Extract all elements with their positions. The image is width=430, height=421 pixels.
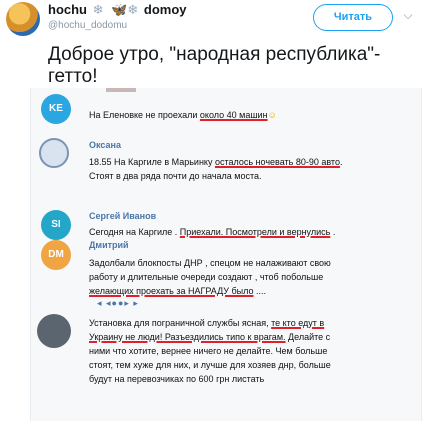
comment-text-end: . xyxy=(339,157,343,167)
user-handle[interactable]: @hochu_dodomu xyxy=(48,20,127,31)
comment-text-end: .... xyxy=(253,286,266,296)
comment-text-line2: работу и длительные очереди создают , чт… xyxy=(89,272,324,282)
avatar-image xyxy=(37,314,71,348)
name-second: domoy xyxy=(143,2,187,17)
embedded-comments-image: KE На Еленовке не проехали около 40 маши… xyxy=(30,88,422,421)
comment-text: На Еленовке не проехали около 40 машин☺ xyxy=(89,108,277,122)
comment-text-line3: ними что хотите, вернее ничего не делайт… xyxy=(89,346,328,356)
comment-text-end: . xyxy=(330,227,336,237)
smile-icon: ☺ xyxy=(267,110,277,120)
comment-text: 18.55 На Каргиле в Марьинку осталось ноч… xyxy=(89,155,342,169)
avatar: KE xyxy=(41,94,71,124)
comment-text-line1: Задолбали блокпосты ДНР , спецом не нала… xyxy=(89,258,331,268)
avatar: SI xyxy=(41,210,71,240)
comment-highlight: Украину не люди! Разъездились типо к вра… xyxy=(89,332,286,342)
comment-highlight: осталось ночевать 80-90 авто xyxy=(214,157,340,167)
cropped-name xyxy=(106,88,136,92)
comment-text-start: 18.55 На Каргиле в Марьинку xyxy=(89,157,215,167)
avatar-image xyxy=(39,138,69,168)
display-name[interactable]: hochu ❄ 🦋❄ domoy xyxy=(48,2,187,18)
comment-text-start: На Еленовке не проехали xyxy=(89,110,200,120)
chevron-down-icon[interactable]: ⌵ xyxy=(400,8,416,24)
butterfly-icon: 🦋❄ xyxy=(111,2,139,17)
comment-text-start: Сегодня на Каргиле . xyxy=(89,227,180,237)
commenter-name: Оксана xyxy=(89,140,121,150)
comment-highlight: Приехали. Посмотрели и вернулись xyxy=(179,227,331,237)
name-first: hochu xyxy=(48,2,87,17)
comment-text-end: Делайте с xyxy=(285,332,331,342)
comment-text-line3: желающих проехать за НАГРАДУ было .... xyxy=(89,284,266,298)
comment-highlight: желающих проехать за НАГРАДУ было xyxy=(89,286,254,296)
avatar: DM xyxy=(41,240,71,270)
comment-text-start: Установка для пограничной службы ясная, xyxy=(89,318,272,328)
commenter-name: Дмитрий xyxy=(89,240,129,250)
comment-highlight: те кто едут в xyxy=(271,318,325,328)
comment-text-line2: Стоят в два ряда почти до начала моста. xyxy=(89,171,262,181)
comment-highlight: около 40 машин xyxy=(199,110,268,120)
comment-text-line2: Украину не люди! Разъездились типо к вра… xyxy=(89,330,330,344)
more-comments-link[interactable]: ◂ ◂●●▸ ▸ xyxy=(97,298,139,309)
tweet-text: Доброе утро, "народная республика"-гетто… xyxy=(48,44,381,87)
commenter-name: Сергей Иванов xyxy=(89,211,157,221)
tweet-header: hochu ❄ 🦋❄ domoy @hochu_dodomu Читать ⌵ xyxy=(0,0,430,42)
comment-text: Сегодня на Каргиле . Приехали. Посмотрел… xyxy=(89,225,335,239)
user-avatar[interactable] xyxy=(6,2,40,36)
comment-text-line1: Установка для пограничной службы ясная, … xyxy=(89,316,324,330)
comment-text-line4: стоят, тем хуже для них, и лучше для хоз… xyxy=(89,360,331,370)
snowflake-icon: ❄ xyxy=(92,2,104,17)
follow-button[interactable]: Читать xyxy=(313,4,393,31)
comment-text-line5: будут на перевозчиках по 600 грн листать xyxy=(89,374,265,384)
